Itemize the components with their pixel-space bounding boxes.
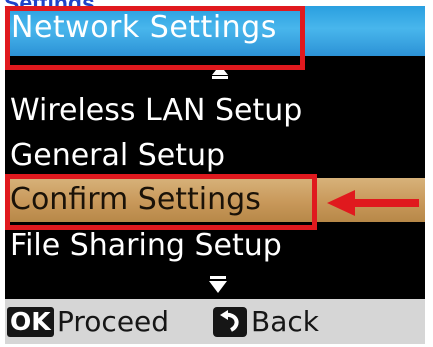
left-arrow-icon [327, 190, 419, 216]
highlight-box-confirm-settings [5, 174, 317, 230]
menu-item-file-sharing-setup[interactable]: File Sharing Setup [5, 224, 425, 268]
scroll-down-icon[interactable] [207, 276, 229, 294]
back-arrow-icon [220, 310, 239, 332]
back-key-icon [213, 307, 247, 337]
footer-bar: OK Proceed Back [5, 299, 425, 344]
proceed-label: Proceed [57, 305, 170, 338]
highlight-box-title [5, 6, 305, 70]
menu-item-wireless-lan-setup[interactable]: Wireless LAN Setup [5, 89, 425, 133]
back-label: Back [251, 305, 319, 338]
menu-item-general-setup[interactable]: General Setup [5, 134, 425, 178]
ok-key-badge: OK [7, 307, 54, 337]
printer-lcd-screen: Network Settings Wireless LAN Setup Gene… [5, 6, 425, 344]
